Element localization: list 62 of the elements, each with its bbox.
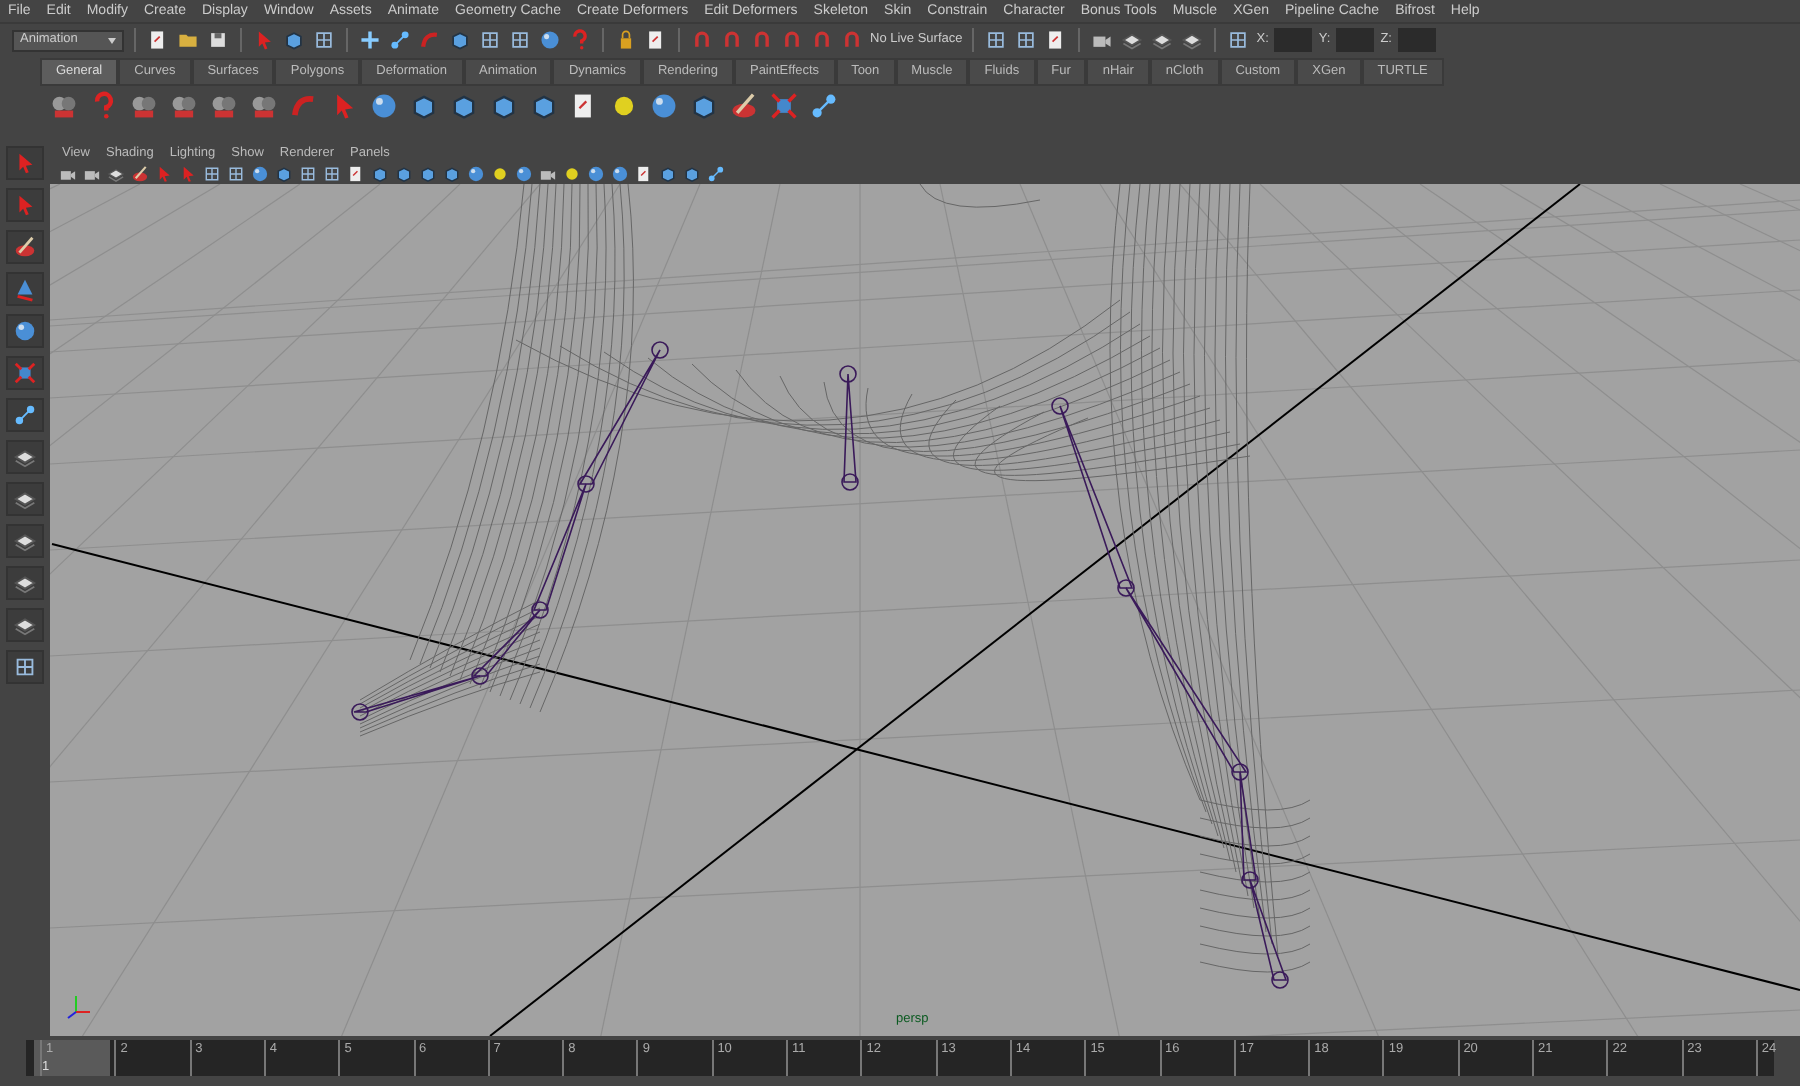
sphere-icon[interactable] (466, 163, 486, 183)
coordinate-field[interactable] (1274, 28, 1313, 52)
joint-icon[interactable] (706, 163, 726, 183)
tool-button[interactable] (6, 482, 44, 516)
tool-button[interactable] (6, 230, 44, 264)
tool-button[interactable] (6, 272, 44, 306)
grid-icon[interactable] (226, 163, 246, 183)
cube-icon[interactable] (528, 90, 560, 122)
brush-icon[interactable] (130, 163, 150, 183)
sphere-icon[interactable] (368, 90, 400, 122)
save-icon[interactable] (206, 28, 230, 52)
joint-icon[interactable] (388, 28, 412, 52)
joint-icon[interactable] (808, 90, 840, 122)
brush-icon (12, 234, 38, 260)
sphere-icon[interactable] (648, 90, 680, 122)
layout-icon[interactable] (1180, 28, 1205, 52)
cube-icon[interactable] (488, 90, 520, 122)
scale-icon[interactable] (768, 90, 800, 122)
cone-icon (12, 276, 38, 302)
grid-icon[interactable] (508, 28, 532, 52)
tool-button[interactable] (6, 650, 44, 684)
coordinate-field[interactable] (1336, 28, 1375, 52)
sphere-icon (12, 318, 38, 344)
tool-button[interactable] (6, 314, 44, 348)
tool-button[interactable] (6, 440, 44, 474)
sphere-icon[interactable] (514, 163, 534, 183)
grid-icon[interactable] (1226, 28, 1251, 52)
document-icon[interactable] (634, 163, 654, 183)
sphere-icon[interactable] (538, 28, 562, 52)
grid-icon (12, 654, 38, 680)
current-frame-marker[interactable] (34, 1040, 110, 1076)
sphere-icon[interactable] (250, 163, 270, 183)
cube-icon[interactable] (282, 28, 306, 52)
grid-icon[interactable] (1014, 28, 1039, 52)
layout-icon[interactable] (1120, 28, 1145, 52)
document-icon[interactable] (346, 163, 366, 183)
cube-icon[interactable] (448, 28, 472, 52)
grid-icon[interactable] (312, 28, 336, 52)
tool-button[interactable] (6, 566, 44, 600)
tool-button[interactable] (6, 398, 44, 432)
layout-icon[interactable] (106, 163, 126, 183)
cube-icon[interactable] (688, 90, 720, 122)
tool-button[interactable] (6, 608, 44, 642)
sphere-icon[interactable] (586, 163, 606, 183)
axis-indicator-icon (67, 995, 91, 1019)
grid-icon[interactable] (322, 163, 342, 183)
cube-icon[interactable] (408, 90, 440, 122)
light-icon[interactable] (490, 163, 510, 183)
scale-icon (12, 360, 38, 386)
grid-icon[interactable] (478, 28, 502, 52)
coordinate-field[interactable] (1397, 28, 1436, 52)
sphere-icon[interactable] (610, 163, 630, 183)
move-icon[interactable] (358, 28, 382, 52)
brush-icon[interactable] (728, 90, 760, 122)
joint-icon (12, 402, 38, 428)
tool-button[interactable] (6, 524, 44, 558)
grid-icon[interactable] (202, 163, 222, 183)
cube-icon[interactable] (448, 90, 480, 122)
light-icon[interactable] (562, 163, 582, 183)
layout-icon[interactable] (1150, 28, 1175, 52)
grid-icon[interactable] (984, 28, 1009, 52)
grid-icon[interactable] (298, 163, 318, 183)
